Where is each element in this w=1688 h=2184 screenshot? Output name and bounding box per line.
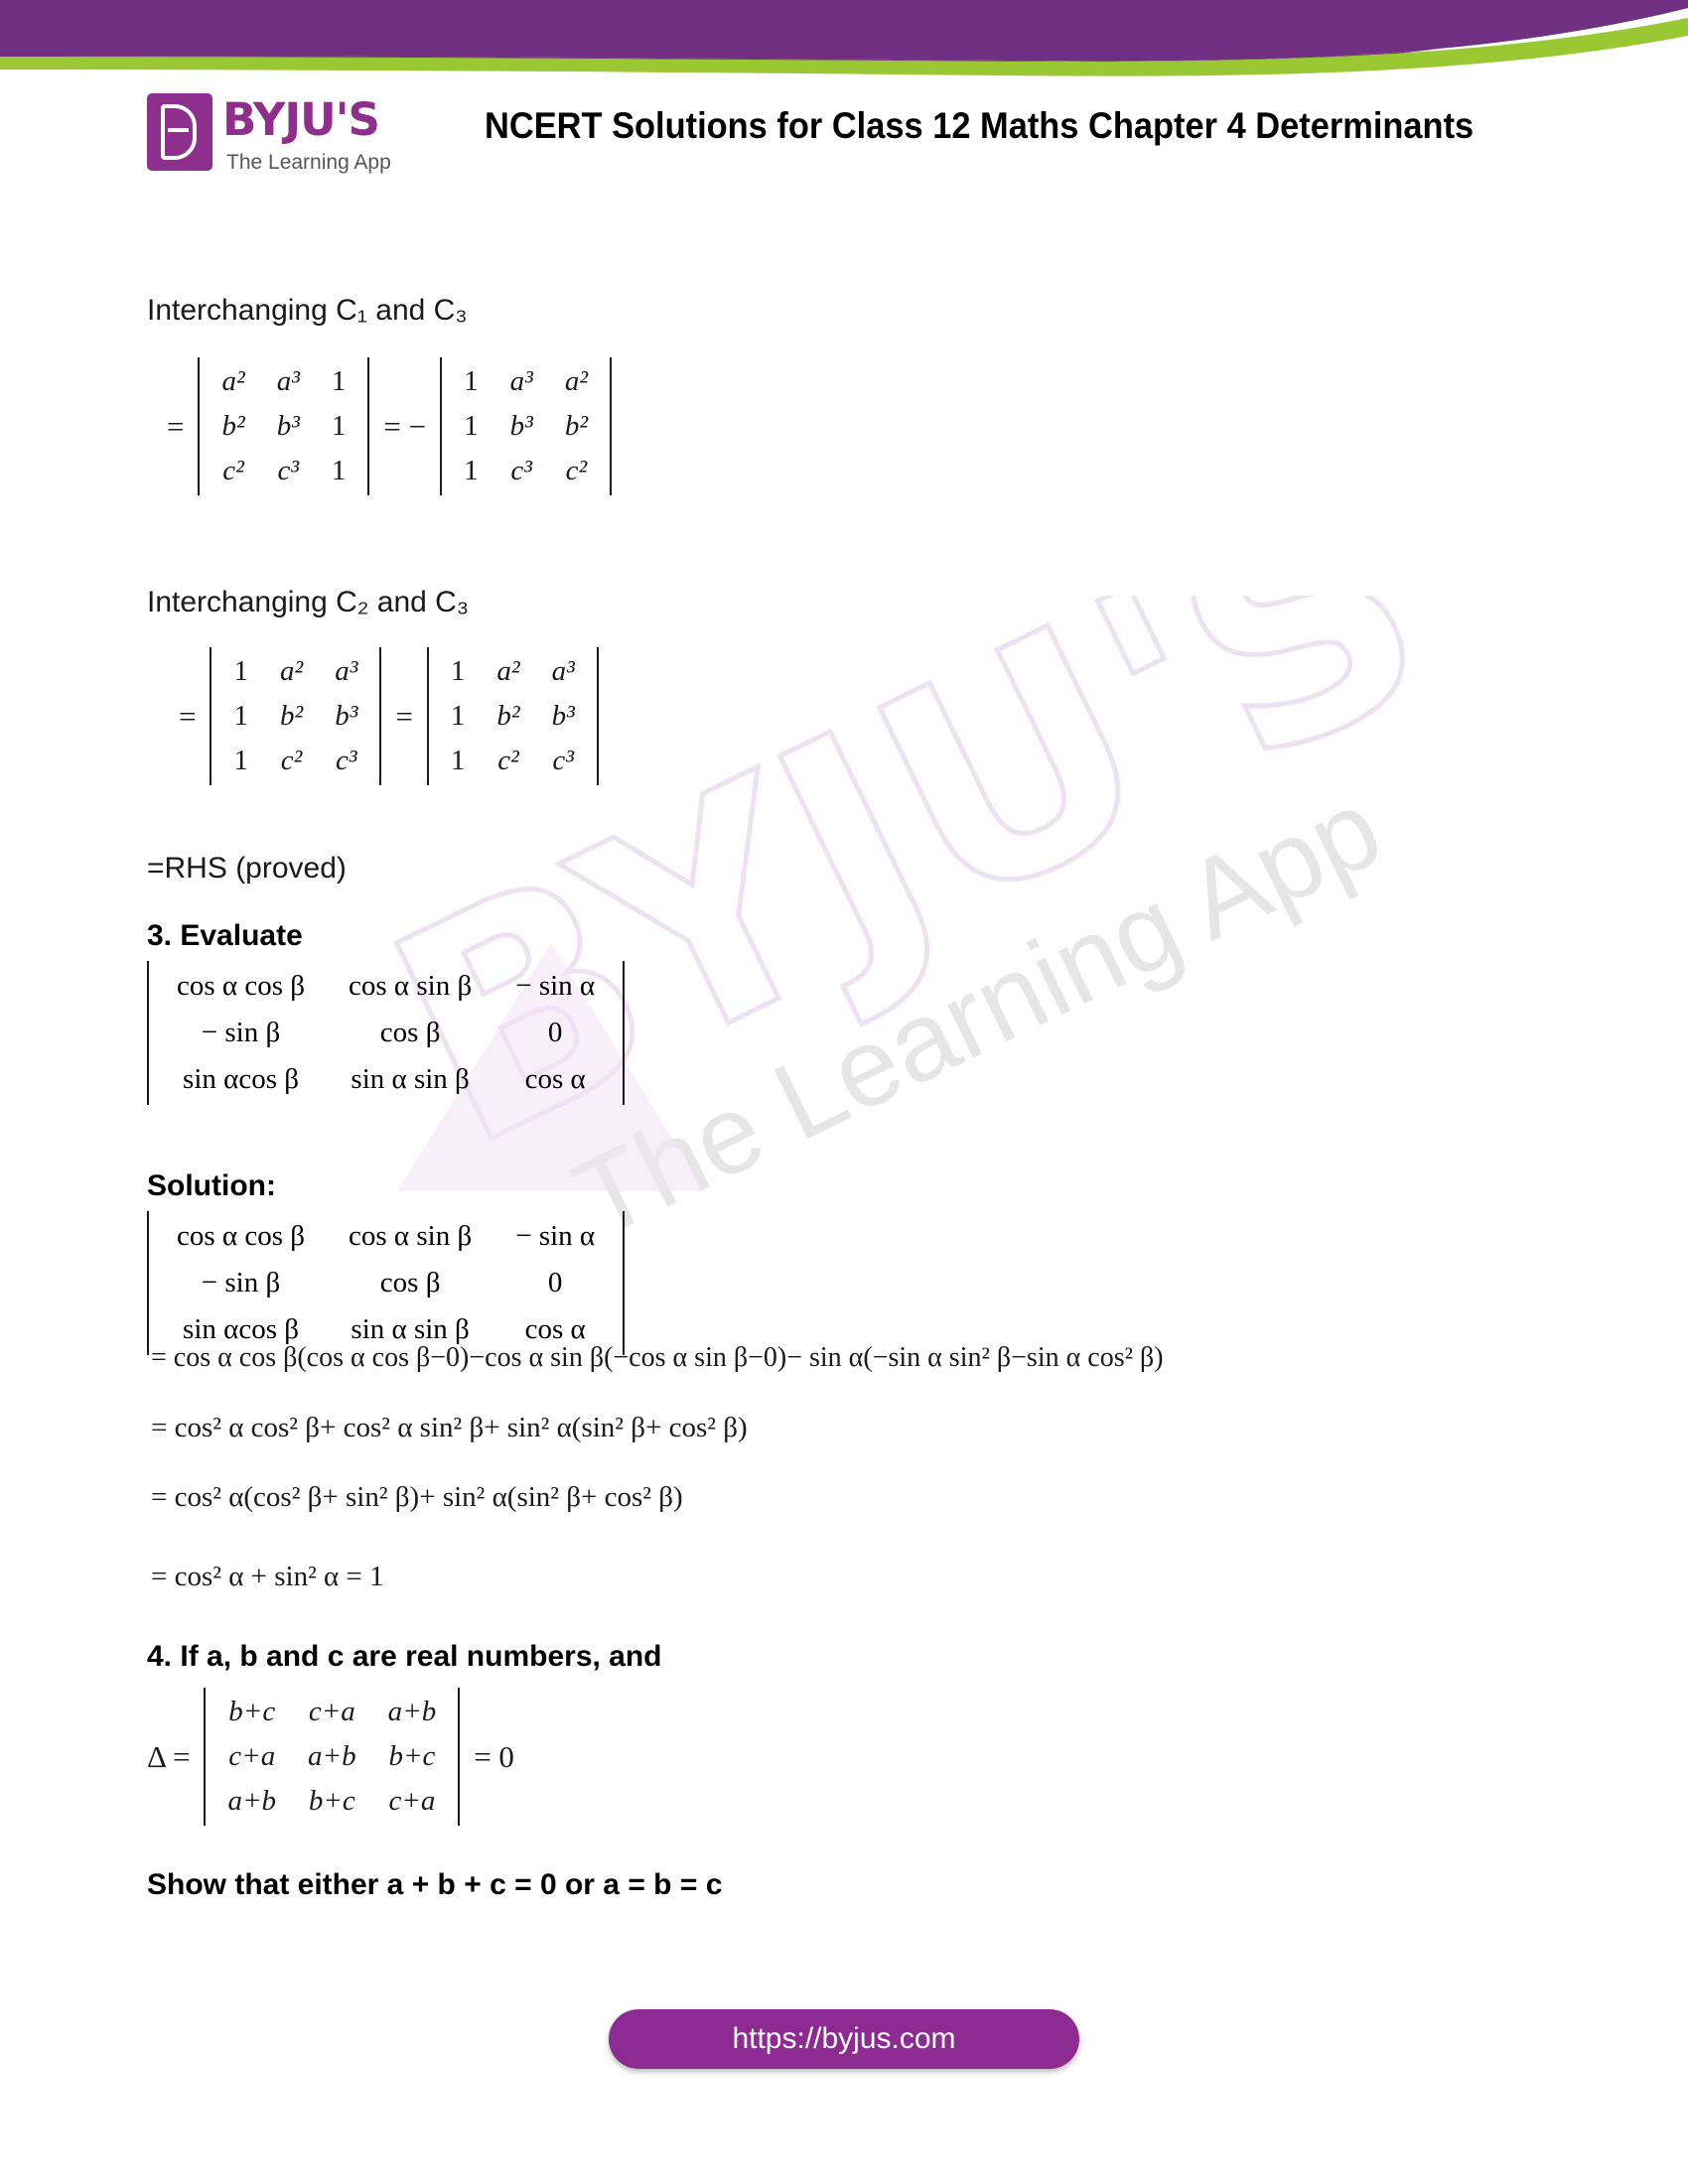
table-row: c² c³ 1 bbox=[222, 455, 347, 486]
solution-heading: Solution: bbox=[147, 1169, 276, 1202]
solution-step-2: = cos² α cos² β+ cos² α sin² β+ sin² α(s… bbox=[151, 1412, 748, 1443]
byjus-logo: BYJU'S The Learning App bbox=[147, 93, 445, 189]
eq2-lead: = bbox=[179, 698, 197, 734]
eq1-lead: = bbox=[167, 408, 185, 444]
table-row: a+b b+c c+a bbox=[227, 1785, 436, 1817]
eq2-middle: = bbox=[395, 698, 413, 734]
solution-step-1: = cos α cos β(cos α cos β−0)−cos α sin β… bbox=[151, 1342, 1164, 1373]
table-row: 1 a² a³ bbox=[450, 655, 575, 687]
byjus-url-label: https://byjus.com bbox=[732, 2022, 956, 2055]
solution-step-3: = cos² α(cos² β+ sin² β)+ sin² α(sin² β+… bbox=[151, 1481, 683, 1513]
eq1-middle: = − bbox=[383, 408, 427, 444]
logo-tagline: The Learning App bbox=[226, 151, 391, 174]
table-row: 1 c² c³ bbox=[450, 745, 574, 776]
question-4-equation: Δ = b+c c+a a+b c+a a+b b+c a+b b+c c+a … bbox=[147, 1688, 514, 1826]
decorative-top-banner bbox=[0, 0, 1688, 79]
table-row: sin αcos β sin α sin β cos α bbox=[183, 1063, 586, 1095]
table-row: − sin β cos β 0 bbox=[201, 1017, 563, 1048]
question-4-heading: 4. If a, b and c are real numbers, and bbox=[147, 1640, 662, 1673]
table-row: 1 a³ a² bbox=[464, 365, 589, 397]
question-4-matrix: b+c c+a a+b c+a a+b b+c a+b b+c c+a bbox=[204, 1688, 461, 1826]
equation-2: = 1 a² a³ 1 b² b³ 1 c² c³ = 1 a² a³ 1 b²… bbox=[179, 647, 599, 785]
table-row: b² b³ 1 bbox=[221, 410, 347, 442]
text-rhs-proved: =RHS (proved) bbox=[147, 852, 347, 885]
table-row: cos α cos β cos α sin β − sin α bbox=[177, 970, 596, 1002]
table-row: 1 c² c³ bbox=[233, 745, 357, 776]
logo-wordmark: BYJU'S bbox=[222, 93, 380, 146]
svg-text:The Learning App: The Learning App bbox=[555, 765, 1399, 1262]
solution-step-4: = cos² α + sin² α = 1 bbox=[151, 1561, 384, 1592]
table-row: cos α cos β cos α sin β − sin α bbox=[177, 1220, 596, 1252]
eq1-matrix-a: a² a³ 1 b² b³ 1 c² c³ 1 bbox=[198, 357, 370, 495]
eq1-matrix-b: 1 a³ a² 1 b³ b² 1 c³ c² bbox=[440, 357, 613, 495]
table-row: b+c c+a a+b bbox=[228, 1696, 437, 1727]
page-title: NCERT Solutions for Class 12 Maths Chapt… bbox=[485, 105, 1475, 146]
question-3-matrix: cos α cos β cos α sin β − sin α − sin β … bbox=[147, 961, 626, 1105]
table-row: 1 b² b³ bbox=[233, 700, 358, 732]
table-row: 1 a² a³ bbox=[233, 655, 358, 687]
question-3-heading: 3. Evaluate bbox=[147, 919, 303, 952]
page-header: BYJU'S The Learning App NCERT Solutions … bbox=[0, 87, 1688, 197]
byjus-b-logo-icon bbox=[147, 93, 212, 171]
table-row: − sin β cos β 0 bbox=[201, 1267, 563, 1298]
table-row: a² a³ 1 bbox=[221, 365, 347, 397]
table-row: 1 b³ b² bbox=[464, 410, 589, 442]
eq2-matrix-a: 1 a² a³ 1 b² b³ 1 c² c³ bbox=[210, 647, 382, 785]
delta-label: Δ = bbox=[147, 1738, 191, 1774]
question-4-show-that: Show that either a + b + c = 0 or a = b … bbox=[147, 1868, 723, 1901]
byjus-url-button[interactable]: https://byjus.com bbox=[609, 2009, 1079, 2069]
q4-equals-zero: = 0 bbox=[474, 1738, 514, 1774]
eq2-matrix-b: 1 a² a³ 1 b² b³ 1 c² c³ bbox=[426, 647, 599, 785]
solution-matrix: cos α cos β cos α sin β − sin α − sin β … bbox=[147, 1211, 626, 1355]
table-row: 1 c³ c² bbox=[464, 455, 588, 486]
table-row: 1 b² b³ bbox=[450, 700, 575, 732]
table-row: c+a a+b b+c bbox=[228, 1740, 436, 1772]
text-interchanging-c2-c3: Interchanging C₂ and C₃ bbox=[147, 586, 470, 618]
text-interchanging-c1-c3: Interchanging C₁ and C₃ bbox=[147, 294, 468, 327]
equation-1: = a² a³ 1 b² b³ 1 c² c³ 1 = − 1 a³ a² 1 … bbox=[167, 357, 613, 495]
